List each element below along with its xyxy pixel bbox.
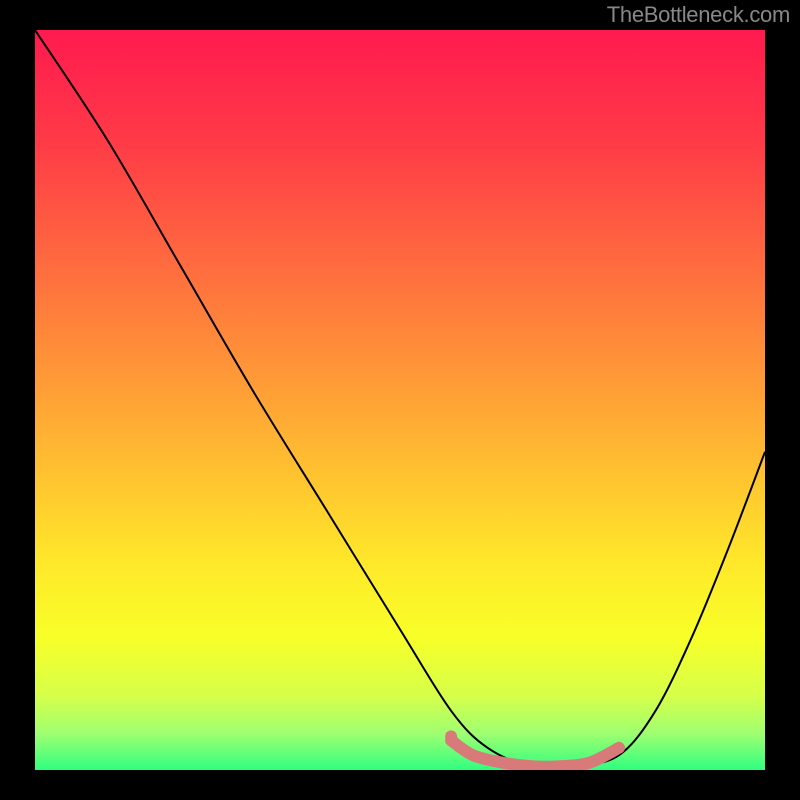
curve-layer	[35, 30, 765, 770]
optimal-zone-highlight	[451, 740, 619, 766]
chart-container: TheBottleneck.com	[0, 0, 800, 800]
plot-area	[35, 30, 765, 770]
watermark-text: TheBottleneck.com	[607, 2, 790, 28]
optimal-zone-left-dot	[445, 730, 457, 742]
bottleneck-curve	[35, 30, 765, 768]
